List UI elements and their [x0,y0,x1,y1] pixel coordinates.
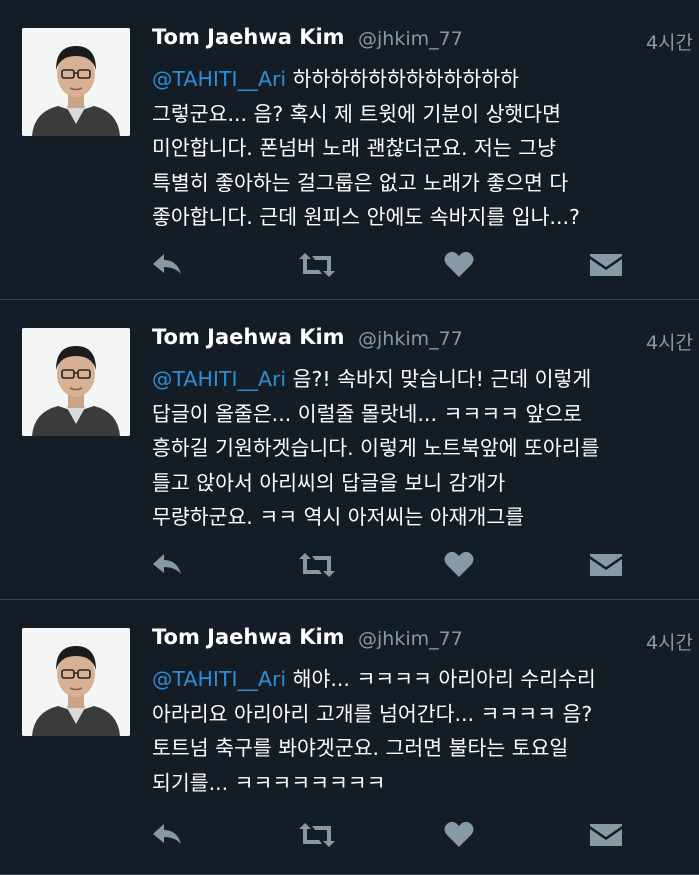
avatar[interactable] [22,628,130,736]
tweet[interactable]: Tom Jaehwa Kim @jhkim_77 4시간 @TAHITI__Ar… [0,0,699,300]
retweet-button[interactable] [297,550,335,580]
tweet-text-line: 특별히 좋아하는 걸그룹은 없고 노래가 좋으면 다 [152,170,569,195]
tweet-text-line: 좋아합니다. 근데 원피스 안에도 속바지를 입나...? [152,205,580,229]
tweet-text: @TAHITI__Ari 음?! 속바지 맞습니다! 근데 이렇게 답글이 올줄… [152,362,692,535]
tweet-actions [0,550,699,580]
mention-link[interactable]: @TAHITI__Ari [152,367,286,391]
avatar-photo [22,328,130,436]
mention-link[interactable]: @TAHITI__Ari [152,67,286,91]
tweet-text-segment: 음?! 속바지 맞습니다! 근데 이렇게 [286,367,592,391]
direct-message-button[interactable] [588,550,624,580]
heart-icon [444,251,474,277]
author-handle[interactable]: @jhkim_77 [358,628,463,650]
like-button[interactable] [443,820,479,850]
direct-message-icon [590,554,622,576]
tweet-text-segment: 해야... ㅋㅋㅋㅋ 아리아리 수리수리 [286,667,596,691]
tweet-text: @TAHITI__Ari 해야... ㅋㅋㅋㅋ 아리아리 수리수리 아라리요 아… [152,662,692,800]
tweet-timestamp[interactable]: 4시간 [646,628,693,655]
tweet-text-line: 토트넘 축구를 봐야겟군요. 그러면 불타는 토요일 [152,736,569,760]
tweet-text-line: 되기를... ㅋㅋㅋㅋㅋㅋㅋㅋ [152,770,386,795]
reply-button[interactable] [150,550,186,580]
author-name[interactable]: Tom Jaehwa Kim [152,325,345,349]
tweet-text: @TAHITI__Ari 하하하하하하하하하하하하 그렇군요... 음? 혹시 … [152,62,692,235]
reply-icon [153,824,181,844]
like-button[interactable] [443,550,479,580]
direct-message-button[interactable] [588,820,624,850]
tweet-text-line: 흥하길 기원하겟습니다. 이렇게 노트북앞에 또아리를 [152,436,600,460]
reply-icon [153,554,181,574]
author-name[interactable]: Tom Jaehwa Kim [152,625,345,649]
heart-icon [444,821,474,847]
author-name[interactable]: Tom Jaehwa Kim [152,25,345,49]
retweet-button[interactable] [297,820,335,850]
tweet-text-line: @TAHITI__Ari 하하하하하하하하하하하하 [152,62,692,97]
retweet-icon [299,553,335,577]
reply-button[interactable] [150,820,186,850]
mention-link[interactable]: @TAHITI__Ari [152,667,286,691]
tweet-text-line: 무량하군요. ㅋㅋ 역시 아저씨는 아재개그를 [152,505,525,529]
tweet-text-line: @TAHITI__Ari 음?! 속바지 맞습니다! 근데 이렇게 [152,362,692,397]
tweet[interactable]: Tom Jaehwa Kim @jhkim_77 4시간 @TAHITI__Ar… [0,300,699,600]
tweet-timestamp[interactable]: 4시간 [646,328,693,355]
direct-message-icon [590,824,622,846]
direct-message-icon [590,254,622,276]
author-handle[interactable]: @jhkim_77 [358,28,463,50]
avatar[interactable] [22,328,130,436]
retweet-icon [299,823,335,847]
reply-icon [153,254,181,274]
tweet-text-segment: 하하하하하하하하하하하하 [286,67,519,91]
tweet-timeline: Tom Jaehwa Kim @jhkim_77 4시간 @TAHITI__Ar… [0,0,699,875]
tweet-timestamp[interactable]: 4시간 [646,28,693,55]
tweet-actions [0,250,699,280]
tweet-text-line: 미안합니다. 폰넘버 노래 괜찮더군요. 저는 그냥 [152,136,556,160]
retweet-button[interactable] [297,250,335,280]
direct-message-button[interactable] [588,250,624,280]
tweet-text-line: @TAHITI__Ari 해야... ㅋㅋㅋㅋ 아리아리 수리수리 [152,662,692,697]
avatar-photo [22,628,130,736]
tweet-text-line: 그렇군요... 음? 혹시 제 트윗에 기분이 상햇다면 [152,101,562,126]
tweet-text-line: 답글이 올줄은... 이럴줄 몰랏네... ㅋㅋㅋㅋ 앞으로 [152,401,583,426]
like-button[interactable] [443,250,479,280]
avatar[interactable] [22,28,130,136]
tweet-actions [0,820,699,850]
tweet-text-line: 아라리요 아리아리 고개를 넘어간다... ㅋㅋㅋㅋ 음? [152,701,593,726]
avatar-photo [22,28,130,136]
author-handle[interactable]: @jhkim_77 [358,328,463,350]
tweet-text-line: 틀고 앉아서 아리씨의 답글을 보니 감개가 [152,470,506,495]
retweet-icon [299,253,335,277]
heart-icon [444,551,474,577]
reply-button[interactable] [150,250,186,280]
tweet[interactable]: Tom Jaehwa Kim @jhkim_77 4시간 @TAHITI__Ar… [0,600,699,875]
